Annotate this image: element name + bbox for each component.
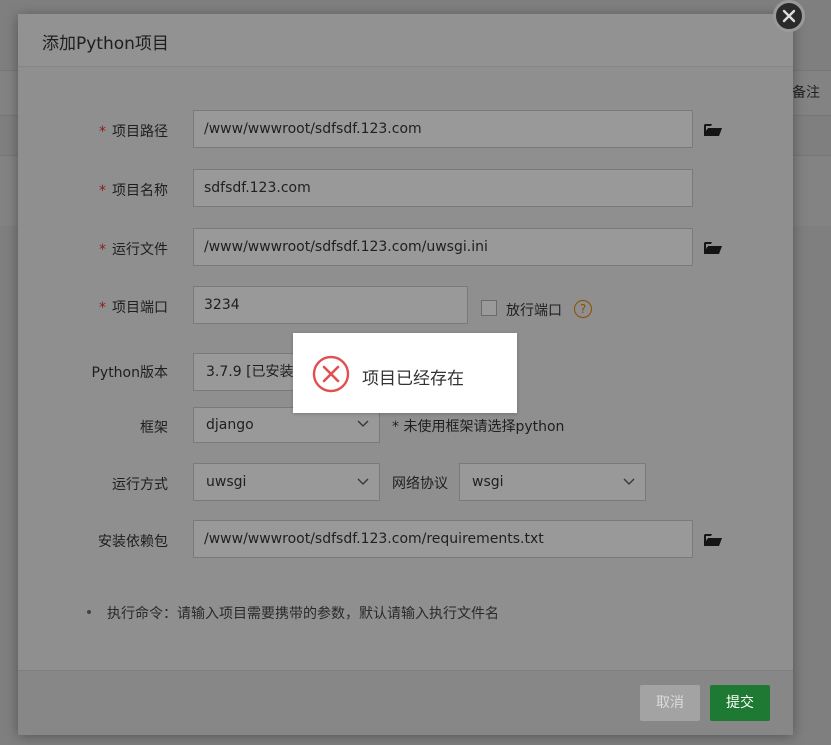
run-mode-label: 运行方式: [112, 477, 168, 493]
dialog-title: 添加Python项目: [42, 34, 169, 54]
protocol-label: 网络协议: [392, 476, 448, 492]
dialog-footer: 取消 提交: [18, 670, 793, 735]
python-version-value: 3.7.9 [已安装: [206, 364, 294, 380]
python-version-label: Python版本: [91, 365, 168, 381]
framework-value: django: [206, 417, 254, 433]
run-file-input[interactable]: /www/wwwroot/sdfsdf.123.com/uwsgi.ini: [193, 228, 693, 266]
run-mode-value: uwsgi: [206, 474, 247, 490]
port-label: * 项目端口: [99, 300, 168, 316]
close-dialog-button[interactable]: [773, 0, 805, 32]
path-label: * 项目路径: [99, 124, 168, 140]
project-port-input[interactable]: 3234: [193, 286, 468, 324]
cancel-button[interactable]: 取消: [640, 685, 700, 721]
folder-icon[interactable]: [704, 123, 722, 137]
project-name-input[interactable]: sdfsdf.123.com: [193, 169, 693, 207]
dependencies-label: 安装依赖包: [98, 534, 168, 550]
background-note-header: 备注: [792, 85, 820, 101]
chevron-down-icon: [357, 478, 369, 485]
framework-hint: * 未使用框架请选择python: [392, 419, 565, 435]
folder-icon[interactable]: [704, 533, 722, 547]
help-icon[interactable]: ?: [574, 300, 592, 318]
command-note: 执行命令：请输入项目需要携带的参数，默认请输入执行文件名: [107, 606, 499, 622]
submit-button[interactable]: 提交: [710, 685, 770, 721]
run-mode-select[interactable]: uwsgi: [193, 463, 380, 501]
release-port-checkbox[interactable]: [481, 300, 497, 316]
folder-icon[interactable]: [704, 241, 722, 255]
toast-message: 项目已经存在: [362, 369, 464, 389]
error-circle-icon: [312, 355, 350, 393]
framework-label: 框架: [140, 420, 168, 436]
dependencies-input[interactable]: /www/wwwroot/sdfsdf.123.com/requirements…: [193, 520, 693, 558]
chevron-down-icon: [623, 478, 635, 485]
dialog-header: 添加Python项目: [18, 14, 793, 67]
close-icon: [782, 9, 796, 23]
release-port-label: 放行端口: [506, 303, 562, 319]
chevron-down-icon: [357, 420, 369, 427]
note-bullet: [87, 610, 91, 614]
project-path-input[interactable]: /www/wwwroot/sdfsdf.123.com: [193, 110, 693, 148]
protocol-value: wsgi: [472, 474, 504, 490]
name-label: * 项目名称: [99, 183, 168, 199]
error-toast: 项目已经存在: [293, 333, 517, 413]
run-file-label: * 运行文件: [99, 242, 168, 258]
protocol-select[interactable]: wsgi: [459, 463, 646, 501]
